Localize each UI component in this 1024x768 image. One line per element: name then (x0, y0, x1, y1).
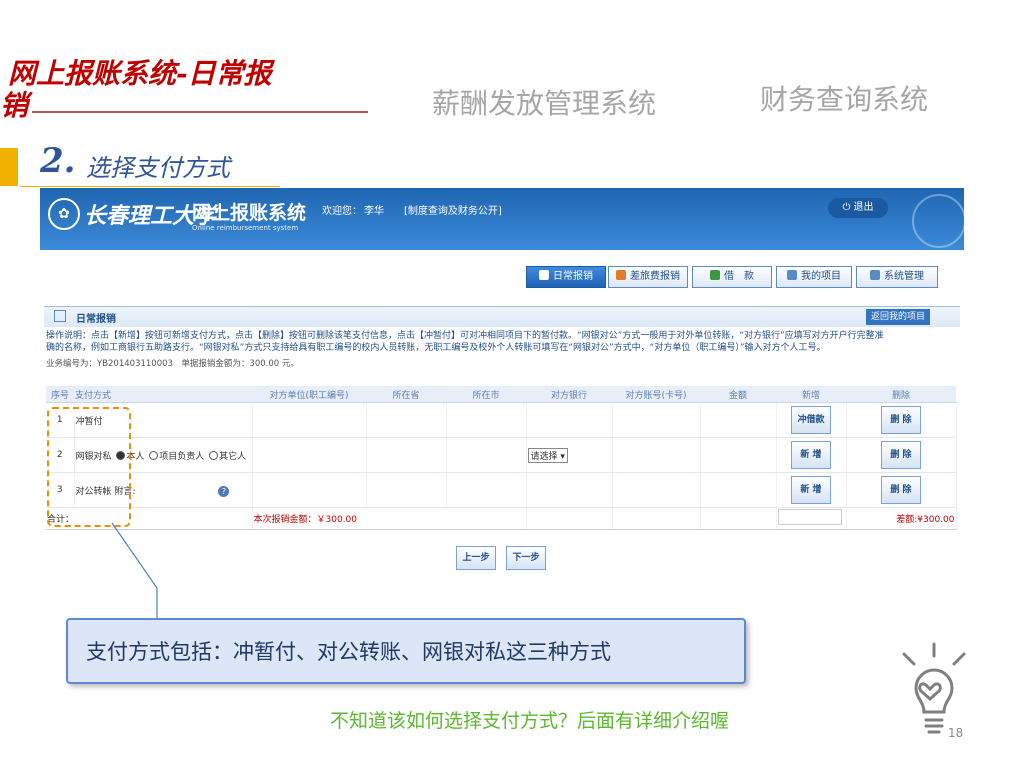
next-step-button[interactable]: 下一步 (506, 546, 546, 570)
money-icon (710, 270, 720, 280)
nav-finance-system: 财务查询系统 (760, 83, 929, 116)
step-accent-bar (0, 148, 18, 186)
page-number: 18 (948, 726, 964, 740)
settings-icon (870, 270, 880, 280)
payment-method-table: 序号 支付方式 对方单位(职工编号) 所在省 所在市 对方银行 对方账号(卡号)… (46, 386, 957, 530)
menu-label: 差旅费报销 (630, 271, 680, 282)
bus-icon (616, 270, 626, 280)
power-icon: ⏻ (842, 202, 854, 213)
total-amount-field[interactable] (777, 509, 842, 525)
col-header-account: 对方账号(卡号) (612, 386, 700, 403)
help-question-icon[interactable]: ? (218, 485, 230, 497)
col-header-bank: 对方银行 (526, 386, 612, 403)
delete-button[interactable]: 删 除 (881, 476, 921, 504)
system-name: 网上报账系统 (192, 202, 307, 224)
menu-loan[interactable]: 借 款 (692, 266, 772, 288)
col-header-add: 新增 (776, 386, 846, 403)
list-icon (787, 270, 797, 280)
header-seal-watermark-icon (912, 194, 964, 248)
callout-text: 支付方式包括：冲暂付、对公转账、网银对私这三种方式 (86, 640, 611, 664)
col-header-province: 所在省 (366, 386, 446, 403)
step-heading: 选择支付方式 (86, 154, 230, 182)
welcome-label: 欢迎您： (322, 206, 362, 217)
difference-amount: 差额:¥300.00 (846, 507, 957, 530)
add-button[interactable]: 新 增 (791, 441, 831, 469)
hint-text: 不知道该如何选择支付方式？后面有详细介绍喔 (330, 710, 730, 732)
col-header-delete: 删除 (846, 386, 956, 403)
radio-other[interactable] (209, 450, 219, 460)
radio-other-label: 其它人 (219, 451, 247, 462)
logout-button[interactable]: ⏻ 退出 (828, 198, 888, 218)
col-header-no: 序号 (46, 386, 74, 403)
add-button[interactable]: 新 增 (791, 476, 831, 504)
table-header-row: 序号 支付方式 对方单位(职工编号) 所在省 所在市 对方银行 对方账号(卡号)… (46, 386, 956, 403)
table-row: 3 对公转帐 附言: ? 新 增 删 除 (46, 472, 957, 508)
menu-label: 系统管理 (884, 271, 924, 282)
table-row: 1 冲暂付 冲借款 删 除 (46, 402, 957, 438)
menu-daily-reimbursement[interactable]: 日常报销 (526, 266, 606, 288)
col-header-amount: 金额 (700, 386, 776, 403)
menu-system-admin[interactable]: 系统管理 (856, 266, 938, 288)
section-header-bar (44, 306, 960, 327)
bank-select-value: 请选择 (530, 451, 558, 462)
app-header: ✿ 长春理工大学 网上报账系统 Online reimbursement sys… (40, 188, 964, 250)
bank-select[interactable]: 请选择 ▾ (527, 447, 568, 463)
col-header-city: 所在市 (446, 386, 526, 403)
app-screenshot: ✿ 长春理工大学 网上报账系统 Online reimbursement sys… (40, 188, 964, 586)
nav-salary-system: 薪酬发放管理系统 (432, 87, 657, 120)
table-row: 2 网银对私 本人 项目负责人 其它人 请选择 ▾ 新 增 删 除 (46, 437, 957, 473)
section-title: 日常报销 (76, 314, 116, 325)
section-document-icon (54, 310, 66, 322)
total-row: 合计： 本次报销金额：￥300.00 差额:¥300.00 (46, 507, 957, 530)
slide-title-line1: 网上报账系统-日常报 (8, 57, 272, 90)
document-icon (539, 270, 549, 280)
back-to-projects-button[interactable]: 返回我的项目 (866, 309, 930, 325)
col-header-unit: 对方单位(职工编号) (252, 386, 366, 403)
slide-title-line2: 销 (0, 89, 29, 122)
logout-label: 退出 (853, 202, 874, 213)
title-underline (32, 111, 368, 113)
radio-project-leader-label: 项目负责人 (159, 451, 205, 462)
instructions-line1: 操作说明：点击【新增】按钮可新增支付方式，点击【删除】按钮可删除该笔支付信息，点… (46, 331, 884, 341)
payment-method-highlight (47, 407, 131, 527)
user-name: 李华 (364, 206, 384, 217)
step-number: 2. (40, 141, 76, 181)
menu-label: 日常报销 (553, 271, 593, 282)
menu-label: 借 款 (724, 271, 754, 282)
delete-button[interactable]: 删 除 (881, 441, 921, 469)
menu-my-projects[interactable]: 我的项目 (776, 266, 852, 288)
instructions-line2: 确的名称，例如工商银行五助路支行。“网银对私”方式只支持给具有职工编号的校内人员… (46, 343, 826, 353)
col-header-method: 支付方式 (74, 386, 252, 403)
chevron-down-icon: ▾ (560, 451, 565, 462)
radio-project-leader[interactable] (149, 450, 159, 460)
previous-step-button[interactable]: 上一步 (456, 546, 496, 570)
total-amount: 本次报销金额：￥300.00 (252, 507, 527, 530)
delete-button[interactable]: 删 除 (881, 406, 921, 434)
menu-travel-reimbursement[interactable]: 差旅费报销 (608, 266, 688, 288)
policy-link[interactable]: [制度查询及财务公开] (404, 202, 502, 217)
system-subtitle: Online reimbursement system (192, 224, 299, 232)
menu-label: 我的项目 (801, 271, 841, 282)
offset-loan-button[interactable]: 冲借款 (791, 406, 831, 434)
business-number: 业务编号为：YB201403110003 单据报销金额为：300.00 元。 (46, 359, 299, 369)
step-underline (20, 186, 280, 187)
university-seal-icon: ✿ (48, 198, 80, 230)
